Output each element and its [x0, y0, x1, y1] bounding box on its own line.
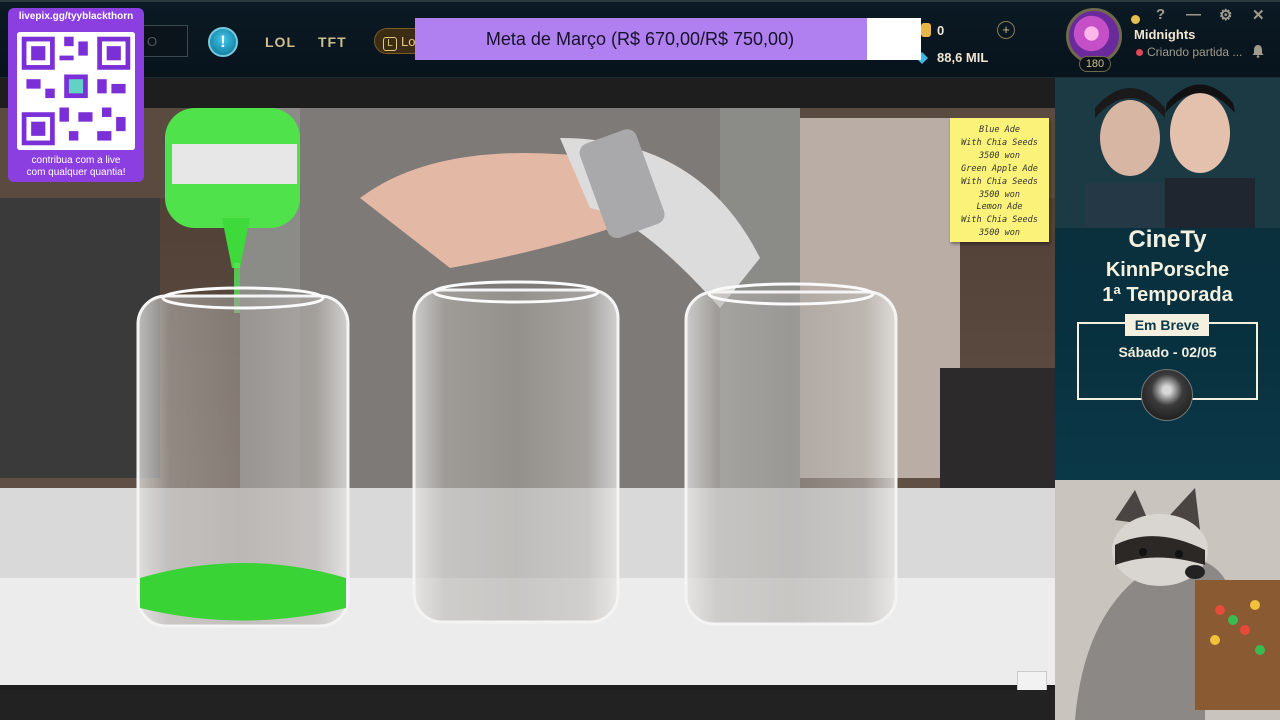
add-currency-button[interactable]: +: [997, 21, 1015, 39]
minimize-icon[interactable]: —: [1186, 6, 1201, 23]
donation-qr-card: livepix.gg/tyyblackthorn contribua com a…: [8, 8, 144, 182]
tab-tft[interactable]: TFT: [318, 34, 347, 50]
donation-goal-bar: Meta de Março (R$ 670,00/R$ 750,00): [415, 18, 921, 60]
lobby-label: Lo: [401, 34, 416, 49]
donation-url: livepix.gg/tyyblackthorn: [18, 11, 134, 22]
donation-caption-line1: contribua com a live: [31, 155, 121, 166]
raccoon-image: [1055, 480, 1280, 720]
lobby-icon: L: [383, 37, 397, 51]
profile-avatar[interactable]: 180: [1066, 8, 1126, 72]
promo-avatar: [1141, 369, 1193, 421]
username: Midnights: [1134, 27, 1196, 42]
alert-icon[interactable]: !: [208, 27, 238, 57]
letterbox-top: [0, 78, 1055, 108]
promo-show-title: KinnPorsche: [1105, 259, 1230, 281]
player-status: Criando partida ...: [1136, 45, 1242, 59]
stream-screen: Blue Ade With Chia Seeds 3500 won Green …: [0, 0, 1280, 720]
streamer-cam: [1055, 480, 1280, 720]
qr-code-icon: [17, 32, 135, 150]
player-status-text: Criando partida ...: [1147, 45, 1243, 59]
search-input[interactable]: O: [142, 25, 188, 57]
busy-dot-icon: [1136, 49, 1143, 56]
help-icon[interactable]: ?: [1156, 6, 1165, 23]
donation-caption-line2: com qualquer quantia!: [26, 167, 126, 178]
settings-icon[interactable]: ⚙: [1219, 6, 1232, 24]
menu-note-text: Blue Ade With Chia Seeds 3500 won Green …: [961, 125, 1038, 239]
menu-sticky-note: Blue Ade With Chia Seeds 3500 won Green …: [950, 118, 1049, 242]
tab-lol[interactable]: LOL: [265, 34, 296, 50]
stream-video: [0, 78, 1055, 690]
online-status-icon: [1131, 15, 1140, 24]
release-date: Sábado - 02/05: [1118, 344, 1217, 360]
promo-brand: CineTy: [1128, 226, 1207, 253]
bottom-bar: [0, 690, 1055, 720]
rp-coin-icon: [921, 23, 931, 37]
promo-actors-image: [1055, 78, 1280, 228]
promo-panel: CineTy KinnPorsche 1ª Temporada Em Breve…: [1055, 78, 1280, 480]
video-scene: [0, 78, 1055, 690]
promo-season: 1ª Temporada: [1102, 284, 1233, 306]
bell-icon[interactable]: [1251, 44, 1265, 58]
rp-amount: 0: [937, 23, 945, 38]
donation-caption: contribua com a live com qualquer quanti…: [8, 155, 144, 179]
goal-text: Meta de Março (R$ 670,00/R$ 750,00): [485, 29, 795, 49]
coming-soon-badge: Em Breve: [1125, 314, 1209, 336]
close-icon[interactable]: ✕: [1252, 6, 1265, 24]
be-amount: 88,6 MIL: [937, 50, 989, 65]
level-badge: 180: [1079, 56, 1111, 72]
